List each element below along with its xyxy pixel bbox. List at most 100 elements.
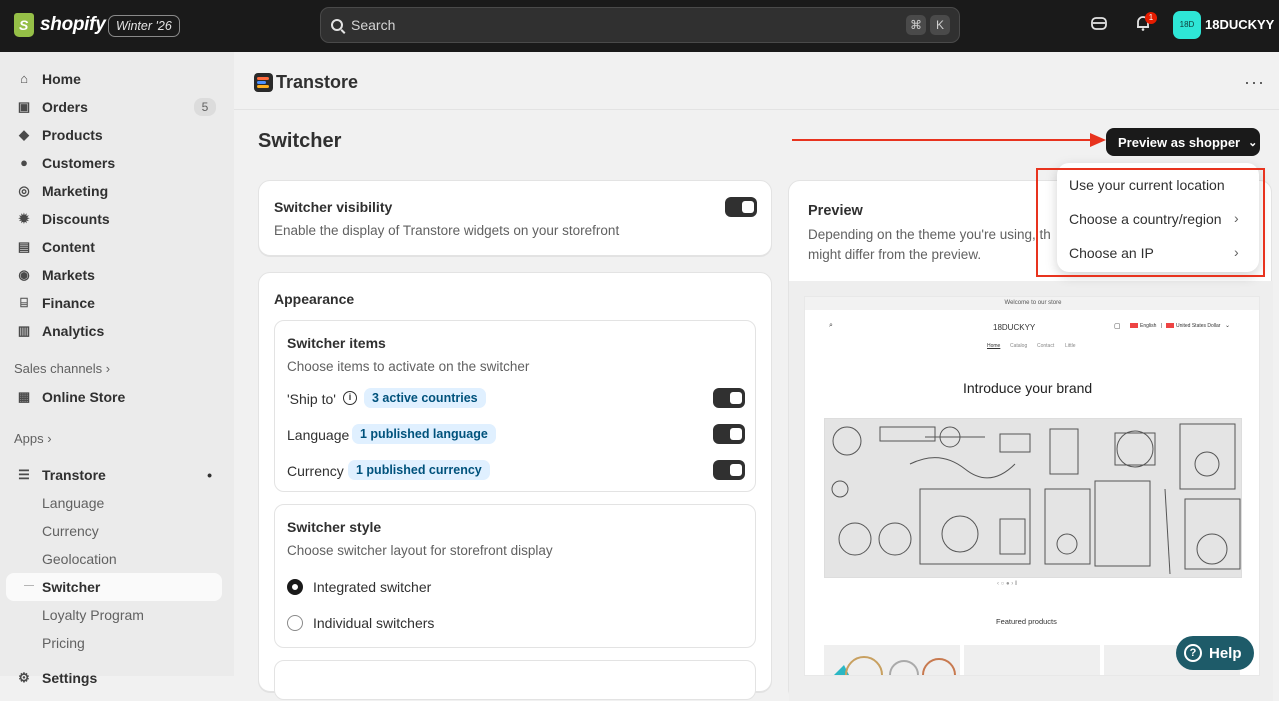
store-nav-contact: Contact (1037, 343, 1055, 349)
app-header (234, 52, 1279, 110)
announcement-bar: Welcome to our store (805, 297, 1259, 310)
switcher-items-title: Switcher items (287, 335, 386, 351)
sidebar-item-discounts[interactable]: ✹ Discounts (6, 205, 222, 233)
visibility-toggle[interactable] (725, 197, 757, 217)
shopify-logo[interactable]: shopify (14, 13, 106, 37)
sidebar-item-label: Home (42, 71, 81, 87)
hero-image (824, 418, 1242, 578)
featured-products-heading: Featured products (996, 617, 1057, 626)
active-item-highlight (6, 573, 222, 601)
sidebar-sub-loyalty[interactable]: Loyalty Program (42, 607, 144, 623)
bank-icon: ⌸ (20, 295, 28, 310)
search-input[interactable]: Search ⌘ K (320, 7, 960, 43)
transtore-logo-icon (254, 73, 273, 92)
sidebar-sub-pricing[interactable]: Pricing (42, 635, 85, 651)
discount-icon: ✹ (18, 211, 30, 226)
chevron-right-icon: › (105, 361, 111, 376)
app-title: Transtore (276, 72, 359, 92)
sidebar-item-customers[interactable]: ● Customers (6, 149, 222, 177)
individual-switchers-label[interactable]: Individual switchers (313, 615, 434, 631)
switcher-items-section: Switcher items Choose items to activate … (274, 320, 756, 492)
orders-count-badge: 5 (194, 98, 216, 116)
sidebar-item-label: Finance (42, 295, 95, 311)
sidebar-item-online-store[interactable]: ▦ Online Store (6, 383, 222, 411)
preview-as-shopper-button[interactable]: Preview as shopper ⌄ (1106, 128, 1260, 156)
sidebar-sub-geolocation[interactable]: Geolocation (42, 551, 117, 567)
store-search-icon: ⌕ (829, 322, 833, 329)
apps-label: Apps (14, 431, 44, 446)
ship-to-toggle[interactable] (713, 388, 745, 408)
chevron-down-icon: ⌄ (1225, 323, 1231, 329)
sidebar-item-label: Markets (42, 267, 95, 283)
sidebar-sub-language[interactable]: Language (42, 495, 104, 511)
home-icon: ⌂ (20, 71, 28, 86)
sidekick-icon[interactable] (1088, 14, 1110, 36)
sidebar-item-label: Marketing (42, 183, 109, 199)
language-toggle[interactable] (713, 424, 745, 444)
sidebar-item-label: Discounts (42, 211, 110, 227)
top-bar: shopify Winter '26 Search ⌘ K 1 18D 18DU… (0, 0, 1279, 52)
command-key: ⌘ (906, 15, 926, 35)
sidebar-item-finance[interactable]: ⌸ Finance (6, 289, 222, 317)
transtore-app-icon: ☰ (18, 467, 30, 482)
language-pill: 1 published language (352, 424, 496, 444)
content-icon: ▤ (17, 239, 31, 254)
store-name[interactable]: 18DUCKYY (1205, 17, 1274, 32)
sidebar-item-markets[interactable]: ◉ Markets (6, 261, 222, 289)
individual-switchers-radio[interactable] (287, 615, 303, 631)
search-placeholder: Search (351, 17, 396, 33)
annotation-arrow-head (1090, 133, 1106, 147)
sidebar-item-analytics[interactable]: ▥ Analytics (6, 317, 222, 345)
store-name-preview: 18DUCKYY (993, 323, 1036, 332)
globe-icon: ◉ (18, 267, 30, 282)
info-icon[interactable]: i (343, 391, 357, 405)
product-thumbnail (824, 645, 960, 675)
sidebar-item-content[interactable]: ▤ Content (6, 233, 222, 261)
store-nav-little: Little (1065, 343, 1076, 349)
integrated-switcher-radio[interactable] (287, 579, 303, 595)
currency-toggle[interactable] (713, 460, 745, 480)
chevron-down-icon: ⌄ (1248, 136, 1258, 149)
currency-pill: 1 published currency (348, 460, 490, 480)
sidebar-item-settings[interactable]: ⚙ Settings (6, 664, 222, 692)
tag-icon: ◆ (19, 127, 29, 142)
sidebar-item-orders[interactable]: ▣ Orders 5 (6, 93, 222, 121)
gear-icon: ⚙ (18, 670, 30, 685)
shopify-bag-icon (14, 13, 34, 37)
integrated-switcher-label[interactable]: Integrated switcher (313, 579, 431, 595)
sidebar-item-label: Online Store (42, 389, 126, 405)
storefront-icon: ▦ (17, 389, 31, 404)
slideshow-controls: ‹ ○ ● › ‖ (997, 581, 1018, 587)
sidebar-item-label: Content (42, 239, 95, 255)
sales-channels-heading[interactable]: Sales channels › (14, 361, 110, 376)
page-title: Switcher (258, 130, 342, 152)
product-thumbnail (964, 645, 1100, 675)
sidebar-sub-currency[interactable]: Currency (42, 523, 99, 539)
preview-description-line1: Depending on the theme you're using, th (808, 227, 1051, 242)
sidebar-item-marketing[interactable]: ◎ Marketing (6, 177, 222, 205)
help-label: Help (1209, 644, 1242, 662)
apps-heading[interactable]: Apps › (14, 431, 52, 446)
store-nav-catalog: Catalog (1010, 343, 1028, 349)
language-label: Language (287, 427, 350, 443)
switcher-style-section: Switcher style Choose switcher layout fo… (274, 504, 756, 648)
sidebar-item-products[interactable]: ◆ Products (6, 121, 222, 149)
ship-to-label: 'Ship to' (287, 391, 336, 407)
more-actions-icon[interactable]: ··· (1244, 72, 1265, 93)
question-icon: ? (1184, 644, 1202, 662)
help-button[interactable]: ? Help (1176, 636, 1254, 670)
annotation-highlight-box (1036, 168, 1265, 277)
switcher-style-description: Choose switcher layout for storefront di… (287, 543, 553, 558)
currency-selector: United States Dollar (1176, 323, 1221, 329)
sidebar-sub-switcher[interactable]: Switcher (42, 579, 100, 595)
switcher-style-title: Switcher style (287, 519, 382, 535)
chart-icon: ▥ (17, 323, 31, 338)
avatar[interactable]: 18D (1173, 11, 1201, 39)
target-icon: ◎ (18, 183, 30, 198)
preview-title: Preview (808, 203, 863, 219)
edition-badge: Winter '26 (108, 15, 180, 37)
sidebar-item-home[interactable]: ⌂ Home (6, 65, 222, 93)
sidebar-item-transtore[interactable]: ☰ Transtore • (6, 461, 222, 489)
currency-label: Currency (287, 463, 344, 479)
store-nav-home: Home (987, 343, 1001, 349)
